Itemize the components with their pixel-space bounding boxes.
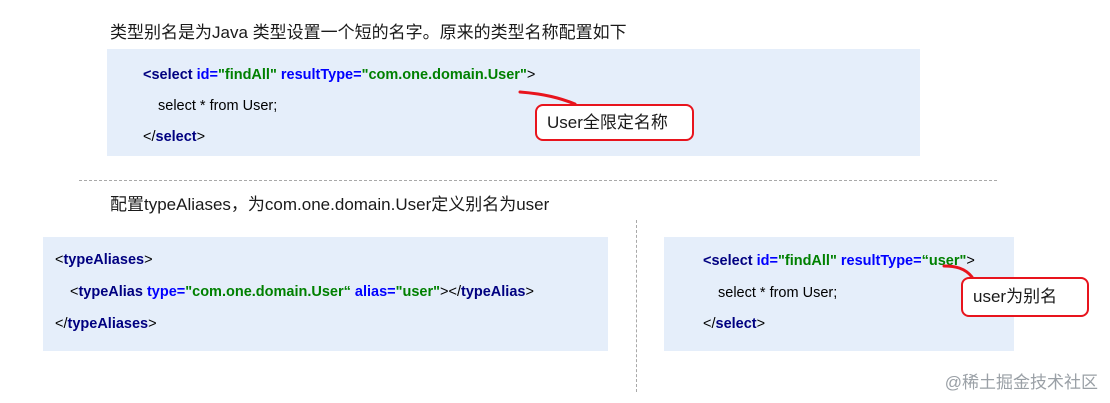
typealiases-line-2: <typeAlias type="com.one.domain.User“ al… xyxy=(70,282,534,302)
attr-resulttype: resultType= xyxy=(276,67,362,83)
end-tag-open: </ xyxy=(703,316,716,332)
end-tag-open: </ xyxy=(55,316,68,332)
alias-select-line-2: select * from User; xyxy=(718,285,838,301)
gt-bracket: > xyxy=(148,316,157,332)
intro-text: 类型别名是为Java 类型设置一个短的名字。原来的类型名称配置如下 xyxy=(110,23,627,42)
alias-select-line-1: <select id="findAll" resultType=“user"> xyxy=(703,251,975,271)
typealias-tag: typeAlias xyxy=(78,284,143,300)
value-full-type-name: "com.one.domain.User" xyxy=(361,67,527,83)
callout-alias: user为别名 xyxy=(961,277,1089,317)
vertical-divider xyxy=(636,220,637,392)
watermark-text: @稀土掘金技术社区 xyxy=(944,373,1098,392)
top-code-line-1: <select id="findAll" resultType="com.one… xyxy=(143,65,535,85)
attr-resulttype: resultType= xyxy=(836,253,922,269)
top-code-line-2: select * from User; xyxy=(158,98,278,114)
value-alias: "user" xyxy=(395,284,441,300)
value-findall: "findAll" xyxy=(217,67,277,83)
select-end-tag: select xyxy=(155,129,197,145)
top-code-line-3: </select> xyxy=(143,127,205,147)
end-tag-close: > xyxy=(756,316,766,332)
typealiases-tag: typeAliases xyxy=(63,252,145,268)
config-text: 配置typeAliases，为com.one.domain.User定义别名为u… xyxy=(110,195,550,214)
typealiases-end-tag: typeAliases xyxy=(67,316,149,332)
gt-bracket: > xyxy=(525,284,534,300)
attr-type: type= xyxy=(142,284,186,300)
typealiases-code-block: <typeAliases> <typeAlias type="com.one.d… xyxy=(43,237,608,351)
horizontal-divider xyxy=(79,180,997,181)
callout-full-name-text: User全限定名称 xyxy=(547,112,668,132)
value-findall: "findAll" xyxy=(777,253,837,269)
tag-close-bracket: > xyxy=(966,253,975,269)
tag-mid: ></ xyxy=(440,284,461,300)
attr-alias: alias= xyxy=(350,284,396,300)
top-code-block: <select id="findAll" resultType="com.one… xyxy=(107,49,920,156)
typealiases-line-3: </typeAliases> xyxy=(55,314,157,334)
callout-full-name: User全限定名称 xyxy=(535,104,694,141)
attr-id: id= xyxy=(756,253,778,269)
select-open-tag: <select xyxy=(703,253,757,269)
attr-id: id= xyxy=(196,67,218,83)
gt-bracket: > xyxy=(144,252,153,268)
select-end-tag: select xyxy=(715,316,757,332)
end-tag-close: > xyxy=(196,129,206,145)
end-tag-open: </ xyxy=(143,129,156,145)
value-alias-user: “user" xyxy=(921,253,967,269)
value-type: "com.one.domain.User“ xyxy=(185,284,351,300)
typealiases-line-1: <typeAliases> xyxy=(55,250,153,270)
select-open-tag: <select xyxy=(143,67,197,83)
typealias-end-tag: typeAlias xyxy=(460,284,526,300)
alias-select-line-3: </select> xyxy=(703,314,765,334)
callout-alias-text: user为别名 xyxy=(973,287,1058,306)
tag-close-bracket: > xyxy=(526,67,536,83)
